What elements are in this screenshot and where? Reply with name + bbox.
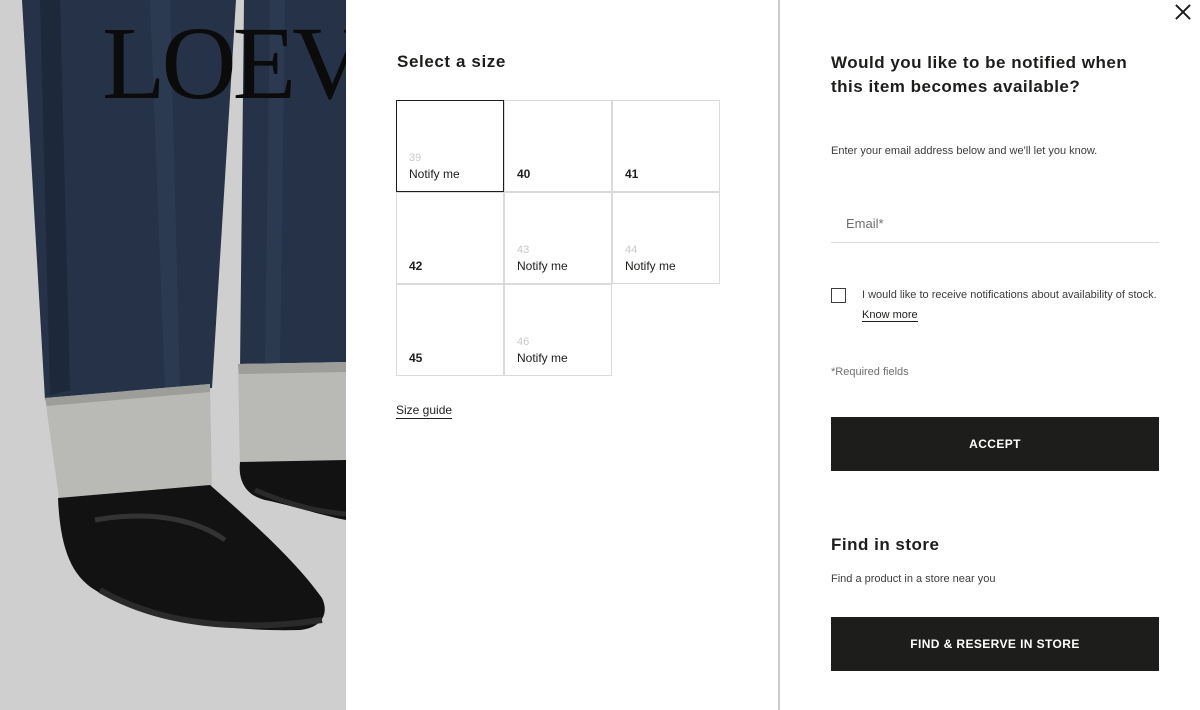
size-option-43[interactable]: 43 Notify me [504,192,612,284]
consent-text: I would like to receive notifications ab… [862,289,1157,301]
size-option-42[interactable]: 42 [396,192,504,284]
consent-checkbox[interactable] [831,288,846,303]
notify-me-label: Notify me [517,259,568,273]
find-reserve-store-button[interactable]: FIND & RESERVE IN STORE [831,617,1159,671]
size-label: 45 [409,351,423,365]
notify-subtext: Enter your email address below and we'll… [831,145,1098,157]
size-option-44[interactable]: 44 Notify me [612,192,720,284]
size-option-41[interactable]: 41 [612,100,720,192]
size-label: 43 [517,244,530,256]
size-label: 42 [409,259,423,273]
notify-panel: Would you like to be notified when this … [780,0,1200,710]
notify-me-label: Notify me [517,351,568,365]
find-in-store-heading: Find in store [831,535,940,554]
email-field[interactable] [831,205,1159,243]
size-label: 39 [409,152,422,164]
size-label: 41 [625,167,639,181]
size-option-40[interactable]: 40 [504,100,612,192]
size-guide-link[interactable]: Size guide [396,403,453,419]
size-label: 44 [625,244,638,256]
size-selection-panel: Select a size 39 Notify me 40 41 42 43 N… [346,0,779,710]
size-option-45[interactable]: 45 [396,284,504,376]
notify-me-label: Notify me [409,167,460,181]
size-label: 46 [517,336,530,348]
size-option-46[interactable]: 46 Notify me [504,284,612,376]
size-label: 40 [517,167,531,181]
required-fields-note: *Required fields [831,366,909,378]
accept-button[interactable]: ACCEPT [831,417,1159,471]
find-in-store-subtext: Find a product in a store near you [831,573,996,585]
notify-heading: Would you like to be notified when this … [831,53,1128,96]
product-image: LOEV [0,0,346,710]
size-panel-title: Select a size [397,52,506,71]
brand-logo: LOEV [102,6,346,121]
size-option-39[interactable]: 39 Notify me [396,100,504,192]
consent-label: I would like to receive notifications ab… [862,286,1162,325]
close-icon[interactable] [1170,0,1198,28]
know-more-link[interactable]: Know more [862,308,918,322]
notify-me-label: Notify me [625,259,676,273]
